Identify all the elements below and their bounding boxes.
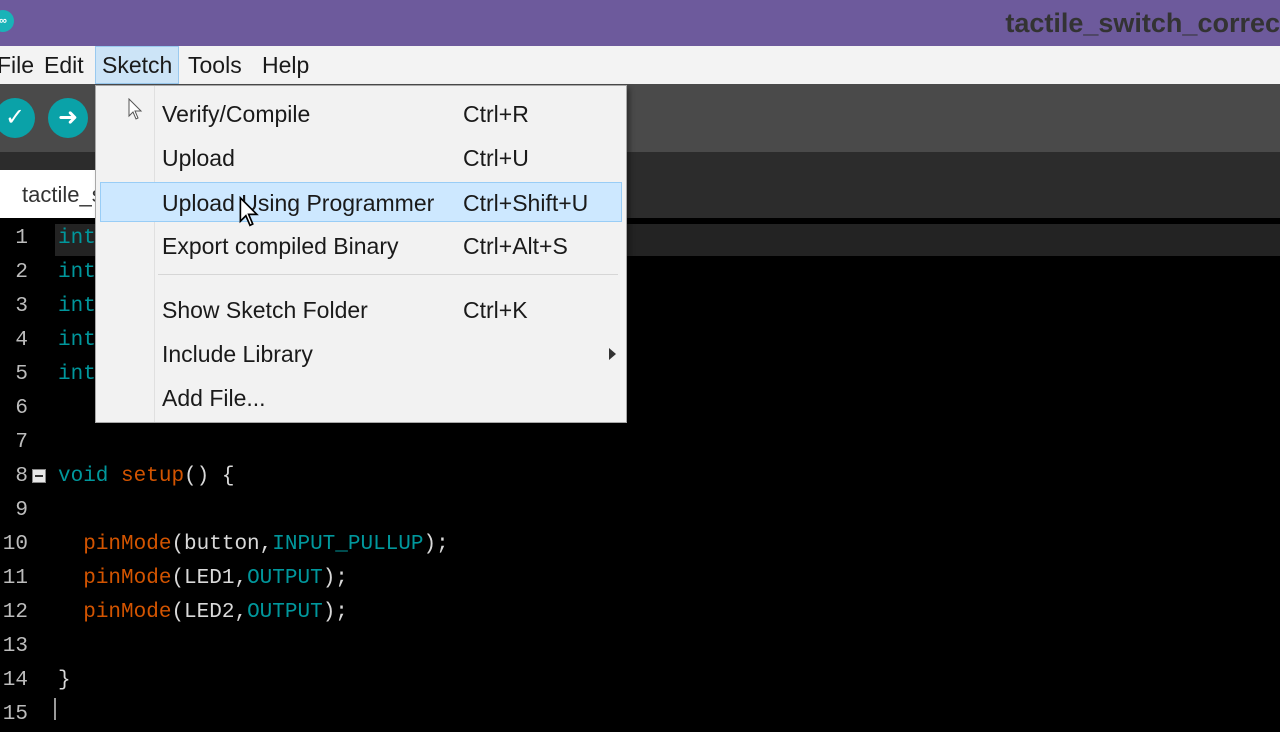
menu-item-label: Upload <box>162 145 235 171</box>
code-line: 14} <box>0 664 1280 698</box>
menu-item-shortcut: Ctrl+Shift+U <box>463 190 589 216</box>
arduino-logo-icon: ∞ <box>0 10 14 32</box>
code-text: void setup() { <box>58 460 234 494</box>
code-line: 12 pinMode(LED2,OUTPUT); <box>0 596 1280 630</box>
line-number: 10 <box>2 533 28 556</box>
code-text: int <box>58 290 96 324</box>
code-line: 11 pinMode(LED1,OUTPUT); <box>0 562 1280 596</box>
submenu-arrow-icon <box>609 348 616 360</box>
code-text: } <box>58 664 71 698</box>
menu-separator <box>158 274 618 275</box>
menu-item-label: Verify/Compile <box>162 101 311 127</box>
code-line: 15 <box>0 698 1280 732</box>
menu-item-upload-using-programmer[interactable]: Upload Using Programmer Ctrl+Shift+U <box>100 182 622 222</box>
menu-bar: File Edit Sketch Tools Help <box>0 46 1280 85</box>
verify-button[interactable]: ✓ <box>0 98 35 138</box>
code-token: int <box>58 227 96 250</box>
mouse-pointer-icon <box>128 98 143 120</box>
menu-item-label: Add File... <box>162 385 266 411</box>
upload-button[interactable]: ➜ <box>48 98 88 138</box>
code-token: ); <box>322 601 348 624</box>
code-text: int <box>58 324 96 358</box>
code-token: } <box>58 669 71 692</box>
menu-item-show-sketch-folder[interactable]: Show Sketch Folder Ctrl+K <box>100 290 622 330</box>
menu-item-label: Upload Using Programmer <box>162 190 435 216</box>
code-token: setup <box>121 465 185 488</box>
menu-file[interactable]: File <box>0 46 34 84</box>
line-number: 1 <box>15 227 28 250</box>
code-text: int <box>58 256 96 290</box>
menu-item-label: Include Library <box>162 341 313 367</box>
line-number: 5 <box>15 363 28 386</box>
line-number: 12 <box>2 601 28 624</box>
arrow-right-icon: ➜ <box>57 104 79 131</box>
fold-guide-line <box>54 698 56 720</box>
code-token: OUTPUT <box>247 601 323 624</box>
line-number: 13 <box>2 635 28 658</box>
mouse-cursor-icon <box>239 196 259 227</box>
code-token: INPUT_PULLUP <box>272 533 424 556</box>
menu-item-shortcut: Ctrl+Alt+S <box>463 233 568 259</box>
line-number: 4 <box>15 329 28 352</box>
menu-item-verify-compile[interactable]: Verify/Compile Ctrl+R <box>100 94 622 134</box>
menu-item-shortcut: Ctrl+U <box>463 145 529 171</box>
window-title: tactile_switch_correc <box>1005 8 1280 38</box>
menu-item-shortcut: Ctrl+R <box>463 101 529 127</box>
line-number: 3 <box>15 295 28 318</box>
line-number: 11 <box>2 567 28 590</box>
code-token: pinMode <box>83 567 172 590</box>
code-token: int <box>58 329 96 352</box>
line-number: 8 <box>15 465 28 488</box>
line-number: 2 <box>15 261 28 284</box>
code-token: ); <box>423 533 449 556</box>
code-token: (LED1, <box>171 567 248 590</box>
code-token: (button, <box>171 533 273 556</box>
code-token: (LED2, <box>171 601 248 624</box>
sketch-menu-dropdown: Verify/Compile Ctrl+R Upload Ctrl+U Uplo… <box>95 85 627 423</box>
checkmark-icon: ✓ <box>4 104 26 131</box>
menu-edit[interactable]: Edit <box>44 46 84 84</box>
code-token: int <box>58 363 96 386</box>
menu-sketch[interactable]: Sketch <box>95 46 179 84</box>
code-token: ); <box>322 567 348 590</box>
code-token: void <box>58 465 109 488</box>
menu-item-export-compiled-binary[interactable]: Export compiled Binary Ctrl+Alt+S <box>100 226 622 266</box>
code-line: 7 <box>0 426 1280 460</box>
code-token: OUTPUT <box>247 567 323 590</box>
code-text: pinMode(LED1,OUTPUT); <box>58 562 348 596</box>
code-line: 9 <box>0 494 1280 528</box>
menu-tools[interactable]: Tools <box>188 46 242 84</box>
code-token: int <box>58 295 96 318</box>
title-bar: ∞ tactile_switch_correc <box>0 0 1280 46</box>
code-text: pinMode(button,INPUT_PULLUP); <box>58 528 449 562</box>
fold-collapse-icon[interactable] <box>32 469 46 483</box>
code-token: pinMode <box>83 601 172 624</box>
menu-help[interactable]: Help <box>262 46 309 84</box>
menu-item-label: Export compiled Binary <box>162 233 399 259</box>
code-text: pinMode(LED2,OUTPUT); <box>58 596 348 630</box>
line-number: 15 <box>2 703 28 726</box>
code-token: int <box>58 261 96 284</box>
menu-item-include-library[interactable]: Include Library <box>100 334 622 374</box>
code-text: int <box>58 358 96 392</box>
line-number: 14 <box>2 669 28 692</box>
code-line: 10 pinMode(button,INPUT_PULLUP); <box>0 528 1280 562</box>
menu-item-upload[interactable]: Upload Ctrl+U <box>100 138 622 178</box>
menu-item-shortcut: Ctrl+K <box>463 297 528 323</box>
menu-item-add-file[interactable]: Add File... <box>100 378 622 418</box>
tab-sketch[interactable]: tactile_switch_correct <box>0 170 96 218</box>
code-text: int <box>58 222 96 256</box>
line-number: 6 <box>15 397 28 420</box>
line-number: 9 <box>15 499 28 522</box>
code-line: 8 void setup() { <box>0 460 1280 494</box>
code-line: 13 <box>0 630 1280 664</box>
line-number: 7 <box>15 431 28 454</box>
code-token: pinMode <box>83 533 172 556</box>
code-token: () { <box>184 465 235 488</box>
menu-item-label: Show Sketch Folder <box>162 297 368 323</box>
